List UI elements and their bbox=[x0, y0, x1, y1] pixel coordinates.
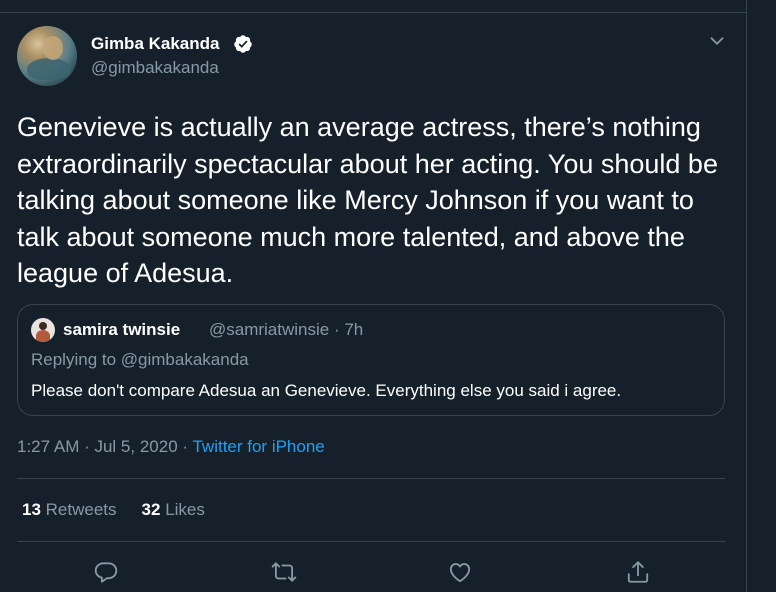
tweet-text: Genevieve is actually an average actress… bbox=[17, 112, 718, 288]
avatar-shape bbox=[39, 322, 47, 330]
author-handle[interactable]: @gimbakakanda bbox=[91, 58, 219, 78]
top-border bbox=[0, 12, 746, 13]
like-button[interactable] bbox=[447, 559, 473, 585]
retweets-stat[interactable]: 13 Retweets bbox=[22, 500, 117, 519]
meta-separator: · bbox=[177, 437, 193, 456]
retweet-button[interactable] bbox=[271, 559, 297, 585]
share-icon bbox=[627, 561, 649, 583]
share-button[interactable] bbox=[625, 559, 651, 585]
likes-stat[interactable]: 32 Likes bbox=[142, 500, 205, 519]
author-display-name[interactable]: Gimba Kakanda bbox=[91, 34, 220, 54]
reply-icon bbox=[94, 562, 118, 583]
avatar-shape bbox=[27, 58, 71, 80]
author-avatar[interactable] bbox=[17, 26, 77, 86]
quoted-author-name: samira twinsie bbox=[63, 320, 181, 339]
right-gutter bbox=[747, 0, 776, 592]
engagement-stats: 13 Retweets 32 Likes bbox=[22, 500, 205, 520]
reply-button[interactable] bbox=[93, 559, 119, 585]
quoted-author-meta: @samriatwinsie · 7h bbox=[209, 320, 364, 339]
tweet-source-link[interactable]: Twitter for iPhone bbox=[192, 437, 324, 456]
quoted-author-avatar bbox=[31, 318, 55, 342]
quoted-replying-to: Replying to @gimbakakanda bbox=[31, 350, 249, 369]
heart-icon bbox=[449, 563, 471, 583]
quoted-tweet-card[interactable]: samira twinsie @samriatwinsie · 7h Reply… bbox=[17, 304, 725, 416]
divider bbox=[17, 541, 725, 542]
avatar-shape bbox=[43, 36, 63, 60]
tweet-timestamp[interactable]: 1:27 AM · Jul 5, 2020 bbox=[17, 437, 178, 456]
quoted-tweet-text: Please don't compare Adesua an Genevieve… bbox=[31, 381, 622, 400]
verified-badge-icon bbox=[234, 35, 252, 53]
divider bbox=[17, 478, 725, 479]
chevron-down-icon[interactable] bbox=[706, 30, 728, 52]
retweet-icon bbox=[271, 562, 297, 582]
tweet-meta: 1:27 AM · Jul 5, 2020 · Twitter for iPho… bbox=[17, 437, 325, 457]
retweets-count: 13 bbox=[22, 500, 41, 519]
retweets-label: Retweets bbox=[45, 500, 117, 519]
likes-count: 32 bbox=[141, 500, 161, 519]
avatar-shape bbox=[36, 330, 50, 342]
likes-label: Likes bbox=[165, 500, 205, 519]
